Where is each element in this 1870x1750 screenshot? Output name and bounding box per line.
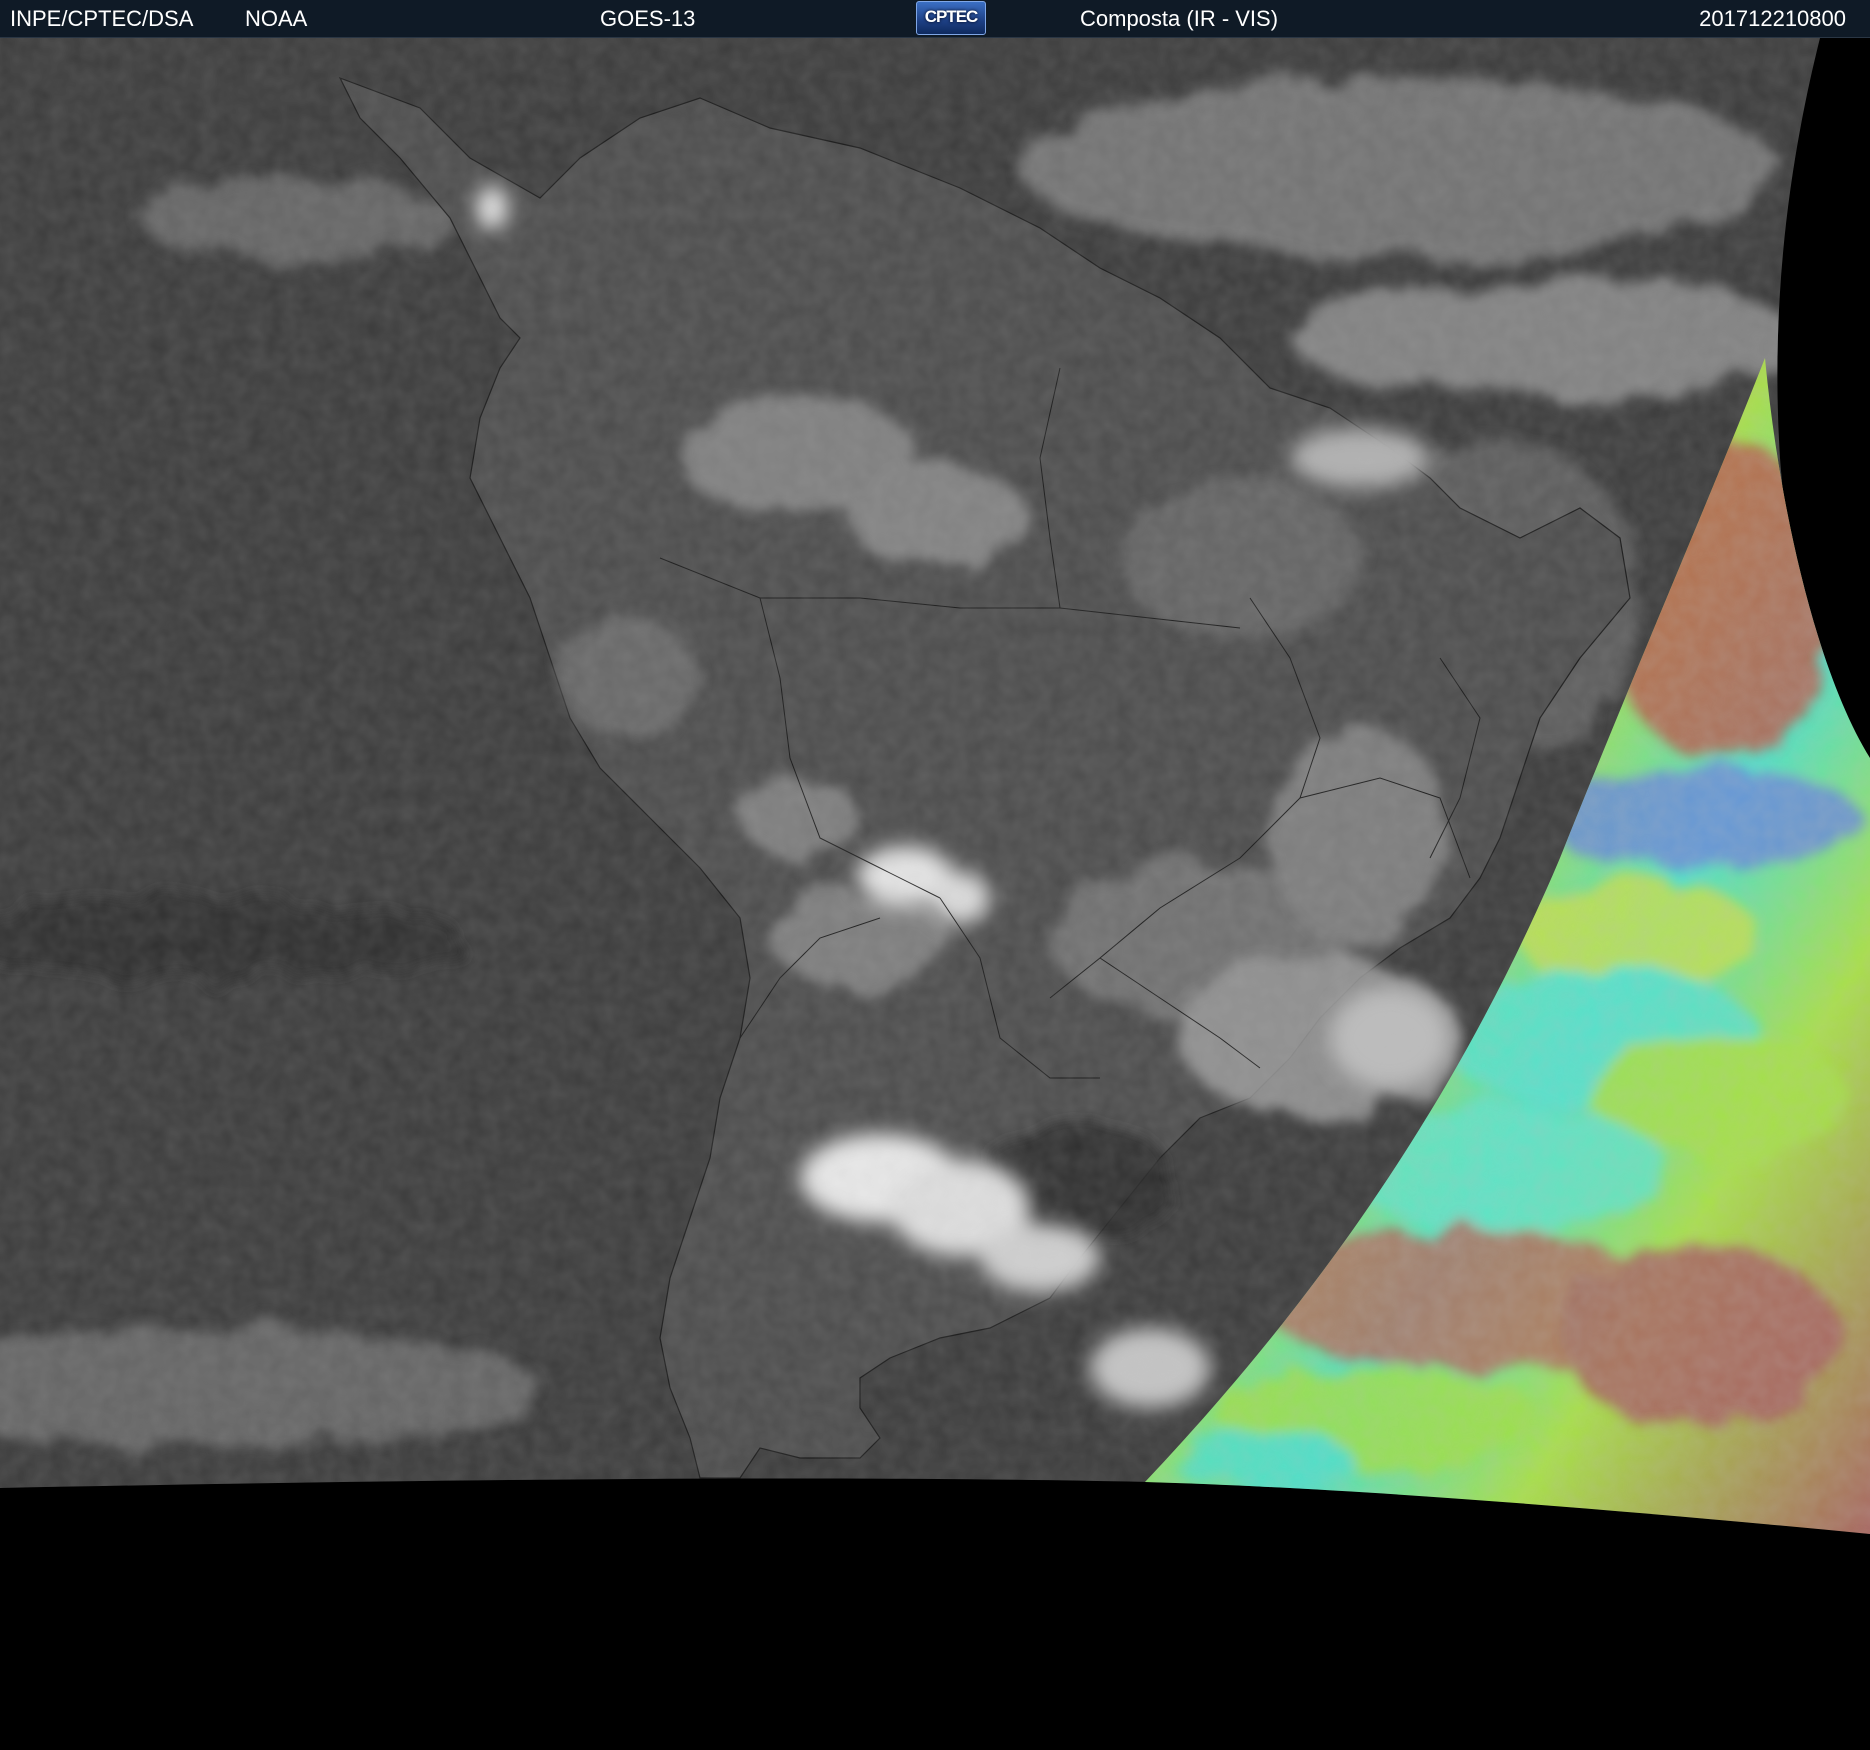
product-label: Composta (IR - VIS) (1080, 6, 1279, 31)
organization-label: INPE/CPTEC/DSA (10, 6, 194, 31)
logo-text: CPTEC (924, 7, 979, 26)
timestamp-label: 201712210800 (1699, 6, 1846, 31)
cptec-logo-icon: CPTEC (916, 1, 986, 35)
agency-label: NOAA (245, 6, 308, 31)
satellite-label: GOES-13 (600, 6, 696, 31)
image-header-bar: INPE/CPTEC/DSA NOAA GOES-13 CPTEC Compos… (0, 0, 1870, 38)
satellite-composite-image (0, 38, 1870, 1750)
